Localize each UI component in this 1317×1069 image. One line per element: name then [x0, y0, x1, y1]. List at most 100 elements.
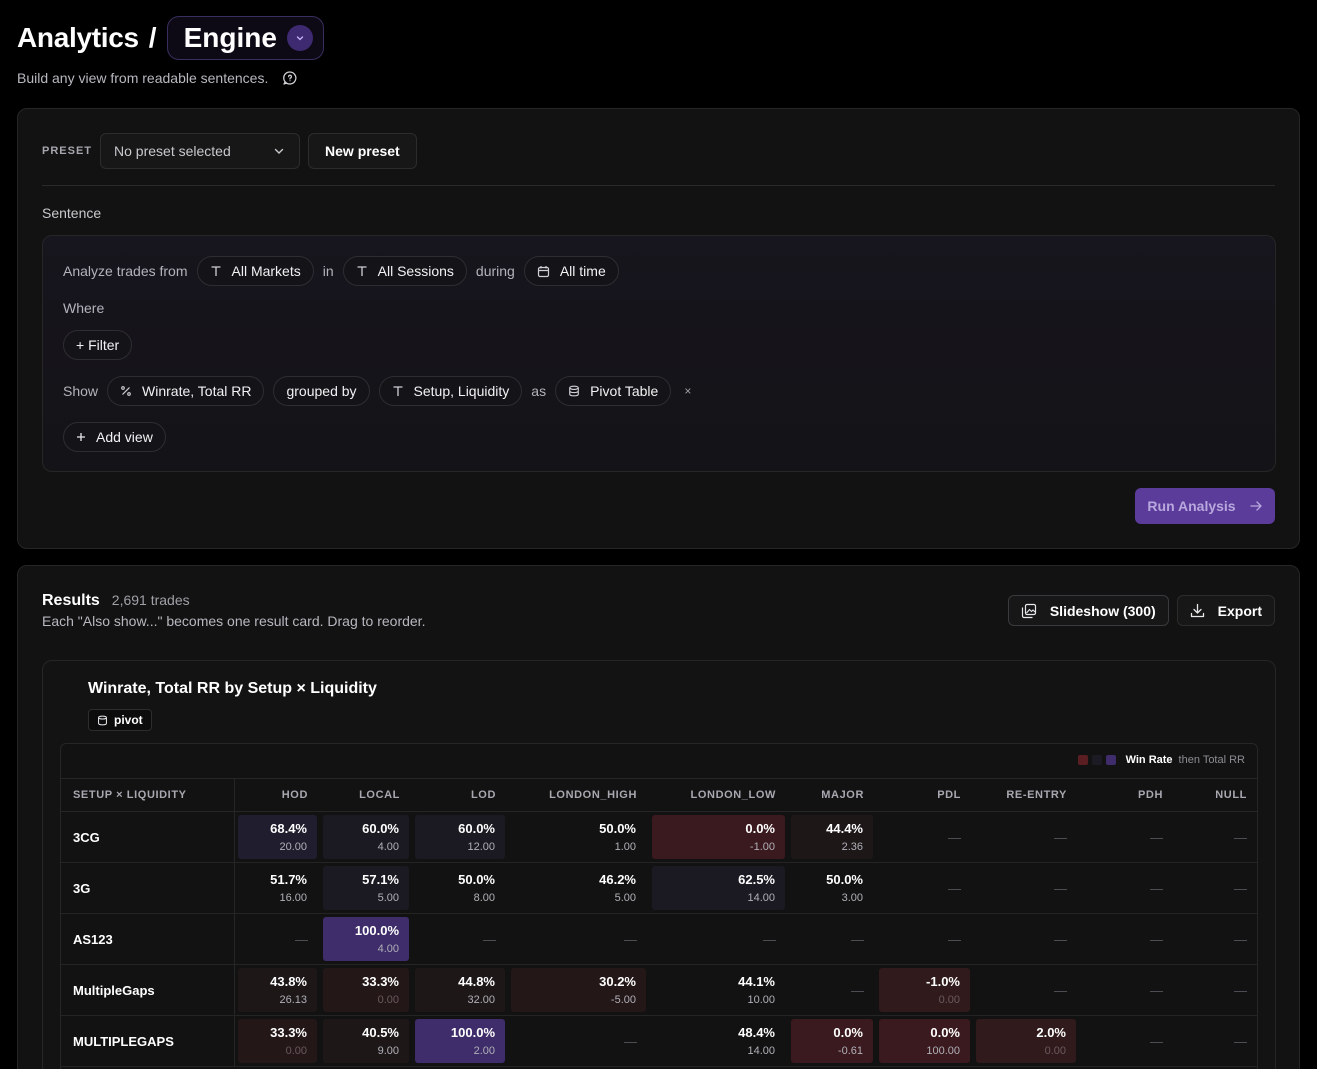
time-range-chip[interactable]: All time: [523, 256, 619, 286]
grouped-by-chip[interactable]: grouped by: [273, 376, 370, 406]
database-icon: [569, 385, 579, 397]
win-rate-value: 46.2%: [599, 872, 636, 887]
pivot-cell[interactable]: 62.5% 14.00: [649, 862, 788, 914]
heat-cell: 33.3% 0.00: [323, 968, 409, 1012]
pivot-cell[interactable]: 0.0% -0.61: [788, 1015, 876, 1067]
as-word: as: [531, 383, 547, 399]
column-header[interactable]: PDH: [1079, 778, 1175, 812]
heat-cell: 50.0% 1.00: [511, 815, 646, 859]
column-header[interactable]: LONDON_LOW: [649, 778, 788, 812]
pivot-table-container: Win Rate then Total RR SETUP × LIQUIDITY…: [60, 743, 1258, 1069]
chevron-down-icon[interactable]: [286, 25, 313, 51]
total-rr-value: 0.00: [1044, 1045, 1066, 1057]
in-word: in: [322, 263, 334, 279]
empty-cell: —: [1175, 964, 1257, 1016]
sentence-label: Sentence: [42, 205, 102, 221]
remove-view-button[interactable]: ×: [684, 384, 691, 398]
add-view-button[interactable]: Add view: [63, 422, 166, 452]
breadcrumb-analytics[interactable]: Analytics: [17, 22, 139, 54]
pivot-cell[interactable]: 51.7% 16.00: [234, 862, 320, 914]
pivot-cell[interactable]: 100.0% 2.00: [412, 1015, 508, 1067]
column-header[interactable]: LOCAL: [320, 778, 412, 812]
pivot-cell[interactable]: 40.5% 9.00: [320, 1015, 412, 1067]
total-rr-value: 12.00: [467, 841, 495, 853]
win-rate-value: -1.0%: [926, 974, 960, 989]
pivot-cell[interactable]: 30.2% -5.00: [508, 964, 649, 1016]
column-header[interactable]: PDL: [876, 778, 973, 812]
empty-cell: —: [1079, 964, 1175, 1016]
query-builder-panel: PRESET No preset selected New preset Sen…: [17, 108, 1300, 549]
empty-cell: —: [412, 913, 508, 965]
column-header[interactable]: LOD: [412, 778, 508, 812]
win-rate-value: 50.0%: [599, 821, 636, 836]
column-header[interactable]: LONDON_HIGH: [508, 778, 649, 812]
row-dimension-header[interactable]: SETUP × LIQUIDITY: [61, 778, 235, 812]
calendar-icon: [537, 265, 549, 277]
chevron-down-icon: [274, 148, 284, 154]
pivot-cell[interactable]: 33.3% 0.00: [234, 1015, 320, 1067]
help-chat-icon[interactable]: [282, 70, 298, 86]
empty-cell: —: [788, 913, 876, 965]
heat-cell: 46.2% 5.00: [511, 866, 646, 910]
page-title: Engine: [183, 22, 277, 53]
empty-cell: —: [1079, 1015, 1175, 1067]
win-rate-value: 44.8%: [458, 974, 495, 989]
pivot-cell[interactable]: 2.0% 0.00: [973, 1015, 1079, 1067]
empty-cell: —: [876, 811, 973, 863]
result-card[interactable]: Winrate, Total RR by Setup × Liquidity p…: [42, 660, 1276, 1069]
pivot-cell[interactable]: 44.4% 2.36: [788, 811, 876, 863]
groups-chip[interactable]: Setup, Liquidity: [378, 376, 523, 406]
export-button[interactable]: Export: [1176, 595, 1275, 626]
pivot-cell[interactable]: 0.0% 100.00: [876, 1015, 973, 1067]
metrics-chip[interactable]: Winrate, Total RR: [107, 376, 265, 406]
page-subtitle: Build any view from readable sentences.: [17, 70, 298, 86]
pivot-cell[interactable]: 60.0% 12.00: [412, 811, 508, 863]
engine-switcher[interactable]: Engine: [166, 16, 324, 60]
results-subtitle: Each "Also show..." becomes one result c…: [42, 613, 426, 629]
pivot-cell[interactable]: 33.3% 0.00: [320, 964, 412, 1016]
slideshow-button[interactable]: Slideshow (300): [1007, 595, 1169, 626]
run-analysis-button[interactable]: Run Analysis: [1135, 488, 1275, 524]
column-header[interactable]: HOD: [234, 778, 320, 812]
pivot-cell[interactable]: -1.0% 0.00: [876, 964, 973, 1016]
win-rate-value: 0.0%: [930, 1025, 960, 1040]
where-label: Where: [63, 300, 105, 316]
empty-cell: —: [649, 913, 788, 965]
sessions-chip[interactable]: All Sessions: [342, 256, 467, 286]
pivot-cell[interactable]: 57.1% 5.00: [320, 862, 412, 914]
heat-cell: 100.0% 4.00: [323, 917, 409, 961]
arrow-right-icon: [1249, 501, 1262, 511]
pivot-cell[interactable]: 44.1% 10.00: [649, 964, 788, 1016]
pivot-cell[interactable]: 0.0% -1.00: [649, 811, 788, 863]
table-row: AS123—100.0% 4.00— — — — — — — —: [61, 913, 1257, 965]
groups-chip-label: Setup, Liquidity: [413, 383, 510, 399]
total-rr-value: 9.00: [377, 1045, 399, 1057]
preset-select[interactable]: No preset selected: [100, 133, 301, 169]
add-view-row: Add view: [63, 422, 175, 452]
total-rr-value: 10.00: [747, 994, 775, 1006]
row-label: MULTIPLEGAPS: [61, 1015, 235, 1067]
subtitle-text: Build any view from readable sentences.: [17, 70, 269, 86]
pivot-cell[interactable]: 68.4% 20.00: [234, 811, 320, 863]
view-type-badge: pivot: [88, 709, 152, 731]
pivot-cell[interactable]: 100.0% 4.00: [320, 913, 412, 965]
pivot-cell[interactable]: 44.8% 32.00: [412, 964, 508, 1016]
column-header[interactable]: RE-ENTRY: [973, 778, 1079, 812]
add-filter-button[interactable]: + Filter: [63, 330, 133, 360]
view-type-chip[interactable]: Pivot Table: [555, 376, 672, 406]
total-rr-value: 0.00: [285, 1045, 307, 1057]
new-preset-button[interactable]: New preset: [308, 133, 417, 169]
column-header[interactable]: MAJOR: [788, 778, 876, 812]
markets-chip[interactable]: All Markets: [196, 256, 314, 286]
pivot-cell[interactable]: 48.4% 14.00: [649, 1015, 788, 1067]
pivot-cell[interactable]: 46.2% 5.00: [508, 862, 649, 914]
pivot-cell[interactable]: 43.8% 26.13: [234, 964, 320, 1016]
pivot-cell[interactable]: 50.0% 3.00: [788, 862, 876, 914]
win-rate-value: 43.8%: [270, 974, 307, 989]
filter-row: + Filter: [63, 330, 141, 360]
pivot-cell[interactable]: 50.0% 8.00: [412, 862, 508, 914]
pivot-cell[interactable]: 50.0% 1.00: [508, 811, 649, 863]
pivot-cell[interactable]: 60.0% 4.00: [320, 811, 412, 863]
legend-swatch-mid: [1091, 755, 1102, 765]
column-header[interactable]: NULL: [1175, 778, 1257, 812]
